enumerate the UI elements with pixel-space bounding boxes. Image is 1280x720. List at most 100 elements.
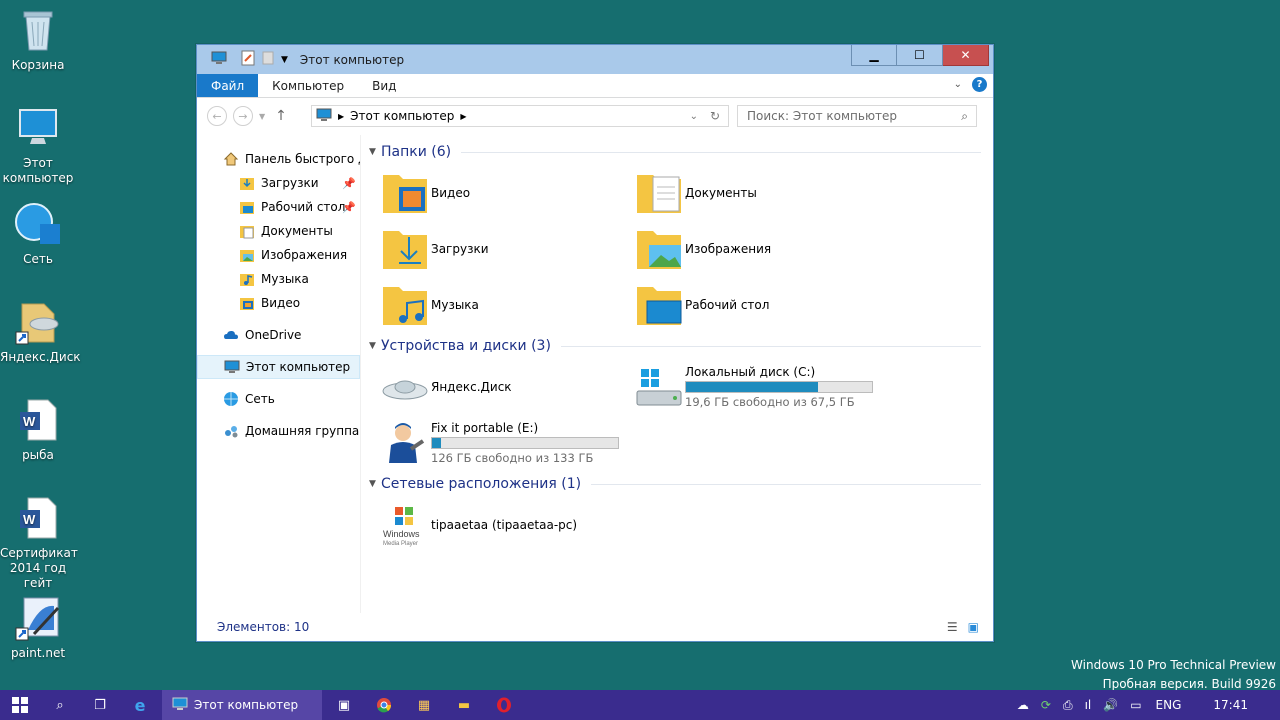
drive-fixit-e[interactable]: Fix it portable (E:) 126 ГБ свободно из … (381, 415, 635, 471)
computer-icon[interactable] (211, 51, 227, 68)
sidebar-item-pictures[interactable]: Изображения (197, 243, 360, 267)
folder-music[interactable]: Музыка (381, 277, 635, 333)
desktop-icon-recycle-bin[interactable]: Корзина (0, 6, 76, 73)
sidebar-item-video[interactable]: Видео (197, 291, 360, 315)
address-path[interactable]: Этот компьютер (350, 109, 454, 123)
help-icon[interactable]: ? (972, 77, 987, 92)
up-button[interactable]: ↑ (275, 108, 287, 124)
pin-icon[interactable]: 📌 (342, 177, 356, 190)
drive-local-c[interactable]: Локальный диск (C:) 19,6 ГБ свободно из … (635, 359, 889, 415)
sidebar-item-downloads[interactable]: Загрузки 📌 (197, 171, 360, 195)
chevron-down-icon[interactable]: ▼ (281, 55, 288, 65)
sidebar-item-quick-access[interactable]: Панель быстрого доступа (197, 147, 360, 171)
folder-documents[interactable]: Документы (635, 165, 889, 221)
group-header-devices[interactable]: ▼ Устройства и диски (3) (369, 333, 981, 359)
close-button[interactable]: ✕ (943, 45, 989, 66)
ie-icon[interactable]: e (120, 690, 160, 720)
desktop-icon-certificate[interactable]: W Сертификат 2014 год гейт (0, 494, 78, 591)
svg-text:Windows: Windows (383, 529, 420, 539)
opera-icon[interactable] (484, 690, 524, 720)
new-folder-icon[interactable] (261, 50, 275, 69)
computer-icon (316, 108, 332, 125)
chevron-right-icon[interactable]: ▶ (338, 112, 344, 121)
word-document-icon: W (14, 396, 62, 444)
tab-view[interactable]: Вид (358, 74, 410, 97)
tiles-view-icon[interactable]: ▣ (968, 620, 979, 634)
app-icon[interactable]: ▦ (404, 690, 444, 720)
yandex-disk-icon (381, 363, 431, 411)
taskbar-item-explorer[interactable]: Этот компьютер (162, 690, 322, 720)
forward-button[interactable]: → (233, 106, 253, 126)
sidebar-item-music[interactable]: Музыка (197, 267, 360, 291)
start-button[interactable] (0, 690, 40, 720)
computer-icon (14, 104, 62, 152)
chevron-right-icon[interactable]: ▶ (460, 112, 466, 121)
desktop-icon-label: Корзина (11, 58, 65, 72)
chrome-icon[interactable] (364, 690, 404, 720)
desktop-icon-this-pc[interactable]: Этот компьютер (0, 104, 76, 186)
windows-media-player-icon: Windows Media Player (381, 501, 431, 549)
chevron-down-icon[interactable]: ⌄ (690, 111, 698, 122)
clock[interactable]: 17:41 (1213, 698, 1248, 712)
fixit-mechanic-icon (381, 419, 431, 467)
desktop-icon-network[interactable]: Сеть (0, 200, 76, 267)
folder-pictures[interactable]: Изображения (635, 221, 889, 277)
notification-icon[interactable]: ▭ (1130, 698, 1141, 712)
pictures-folder-icon (635, 225, 685, 273)
sidebar-item-network[interactable]: Сеть (197, 387, 360, 411)
chevron-down-icon[interactable]: ▼ (369, 147, 381, 157)
wifi-icon[interactable]: ıl (1085, 698, 1092, 712)
chevron-down-icon[interactable]: ▼ (369, 479, 381, 489)
sidebar-item-onedrive[interactable]: OneDrive (197, 323, 360, 347)
desktop-icon-ryba[interactable]: W рыба (0, 396, 76, 463)
group-header-folders[interactable]: ▼ Папки (6) (369, 139, 981, 165)
navigation-pane: Панель быстрого доступа Загрузки 📌 Рабоч… (197, 135, 361, 613)
pin-icon[interactable]: 📌 (342, 201, 356, 214)
printer-icon[interactable]: ⎙ (1063, 698, 1073, 713)
svg-text:Media Player: Media Player (383, 541, 418, 547)
sidebar-item-this-pc[interactable]: Этот компьютер (197, 355, 360, 379)
desktop-icon-label: paint.net (10, 646, 66, 660)
network-location[interactable]: Windows Media Player tipaaetaa (tipaaetaa… (381, 497, 635, 553)
tab-file[interactable]: Файл (197, 74, 259, 97)
address-bar[interactable]: ▶ Этот компьютер ▶ ⌄ ↻ (311, 105, 729, 127)
title-bar[interactable]: ▼ Этот компьютер ▁ ☐ ✕ (197, 45, 993, 74)
onedrive-tray-icon[interactable]: ☁ (1017, 698, 1029, 712)
chevron-down-icon[interactable]: ▼ (369, 341, 381, 351)
search-box[interactable]: Поиск: Этот компьютер ⌕ (737, 105, 977, 127)
search-icon[interactable]: ⌕ (961, 109, 968, 124)
folder-desktop[interactable]: Рабочий стол (635, 277, 889, 333)
desktop-icon-paint-net[interactable]: paint.net (0, 594, 76, 661)
sidebar-item-desktop[interactable]: Рабочий стол 📌 (197, 195, 360, 219)
sync-icon[interactable]: ⟳ (1041, 698, 1051, 712)
volume-icon[interactable]: 🔊 (1103, 698, 1118, 712)
recent-chevron-icon[interactable]: ▼ (259, 112, 265, 121)
downloads-folder-icon (381, 225, 431, 273)
drive-yandex-disk[interactable]: Яндекс.Диск (381, 359, 635, 415)
properties-icon[interactable] (241, 50, 255, 69)
details-view-icon[interactable]: ☰ (947, 620, 958, 634)
sidebar-item-documents[interactable]: Документы (197, 219, 360, 243)
maximize-button[interactable]: ☐ (897, 45, 943, 66)
desktop-icon-yandex-disk[interactable]: Яндекс.Диск (0, 298, 81, 365)
os-watermark: Windows 10 Pro Technical Preview Пробная… (1071, 658, 1276, 691)
folder-downloads[interactable]: Загрузки (381, 221, 635, 277)
search-icon[interactable]: ⌕ (40, 690, 80, 720)
store-icon[interactable]: ▣ (324, 690, 364, 720)
network-icon (223, 391, 239, 407)
refresh-icon[interactable]: ↻ (710, 109, 720, 123)
folder-video[interactable]: Видео (381, 165, 635, 221)
file-explorer-icon[interactable]: ▬ (444, 690, 484, 720)
ribbon-tabs: Файл Компьютер Вид ⌄ ? (197, 74, 993, 98)
group-header-network[interactable]: ▼ Сетевые расположения (1) (369, 471, 981, 497)
task-view-icon[interactable]: ❐ (80, 690, 120, 720)
language-indicator[interactable]: ENG (1156, 698, 1182, 712)
sidebar-item-homegroup[interactable]: Домашняя группа (197, 419, 360, 443)
back-button[interactable]: ← (207, 106, 227, 126)
minimize-button[interactable]: ▁ (851, 45, 897, 66)
svg-text:W: W (23, 512, 36, 527)
desktop-icon-label: рыба (22, 448, 54, 462)
chevron-down-icon[interactable]: ⌄ (954, 79, 962, 90)
tab-computer[interactable]: Компьютер (258, 74, 358, 97)
disk-usage-bar (431, 437, 619, 449)
